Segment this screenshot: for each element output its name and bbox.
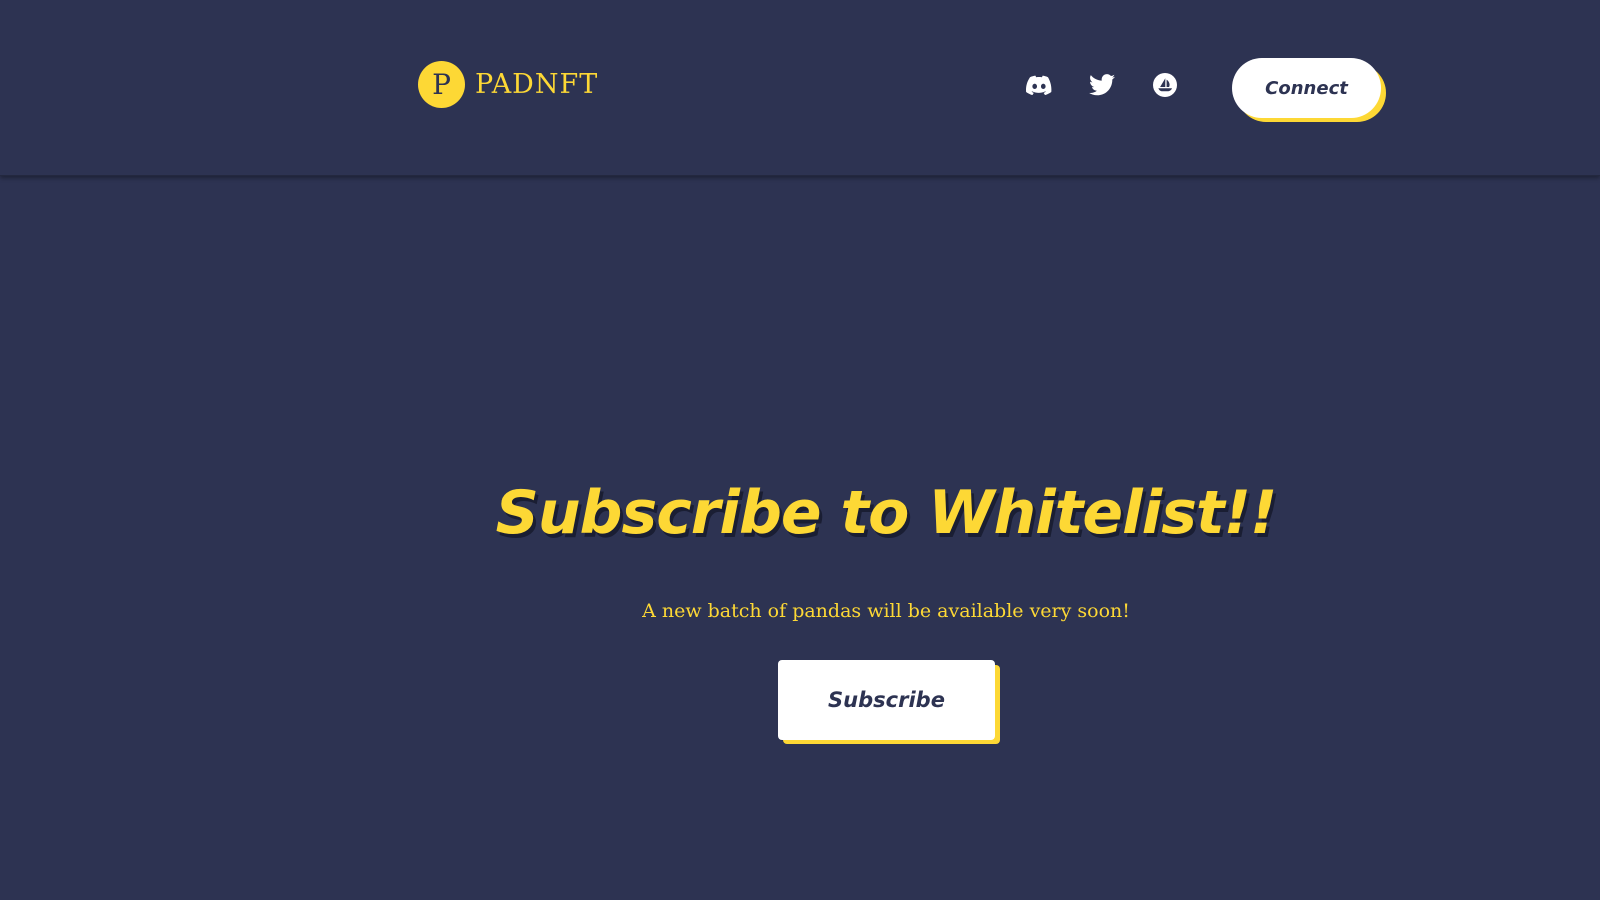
twitter-icon <box>1089 74 1115 96</box>
logo-mark: P <box>418 61 465 108</box>
brand-name: PADNFT <box>475 69 599 100</box>
hero-subtext: A new batch of pandas will be available … <box>642 600 1130 622</box>
site-header: P PADNFT Connect <box>0 0 1600 176</box>
opensea-link[interactable] <box>1148 68 1182 102</box>
subscribe-button-wrap: Subscribe <box>778 660 1000 744</box>
connect-button-wrap: Connect <box>1232 58 1386 122</box>
hero-headline: Subscribe to Whitelist!! <box>495 478 1278 548</box>
connect-button[interactable]: Connect <box>1232 58 1381 118</box>
opensea-icon <box>1153 73 1177 97</box>
discord-icon <box>1026 75 1052 95</box>
subscribe-button[interactable]: Subscribe <box>778 660 995 740</box>
discord-link[interactable] <box>1022 68 1056 102</box>
logo[interactable]: P PADNFT <box>418 61 598 108</box>
twitter-link[interactable] <box>1085 68 1119 102</box>
